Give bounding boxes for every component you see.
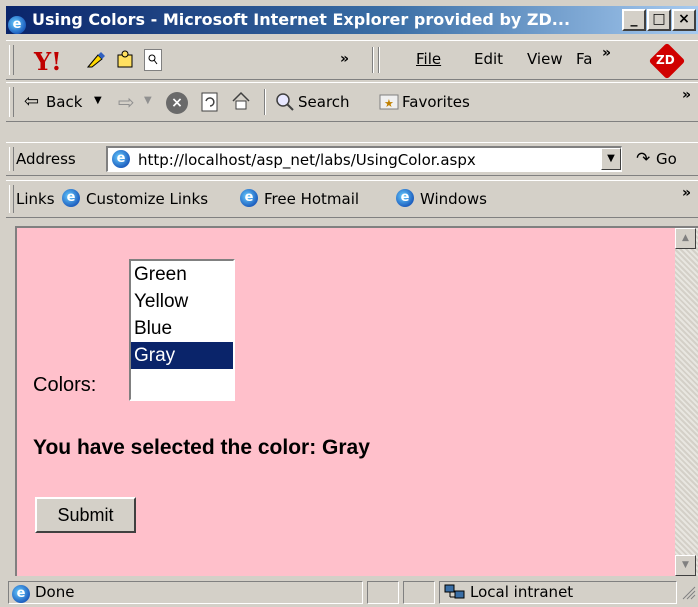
toolbar-grip[interactable] [9, 45, 14, 75]
intranet-icon [444, 583, 466, 601]
color-option-yellow[interactable]: Yellow [131, 288, 233, 315]
address-label: Address [16, 150, 76, 168]
link-free-hotmail[interactable]: Free Hotmail [264, 190, 359, 208]
colors-label: Colors: [33, 374, 97, 396]
back-button[interactable]: Back [46, 93, 82, 111]
browser-window: e Using Colors - Microsoft Internet Expl… [0, 0, 698, 607]
zone-text: Local intranet [470, 583, 574, 601]
back-arrow-icon[interactable]: ⇦ [24, 91, 39, 112]
status-main: e Done [8, 581, 363, 604]
link-customize-links[interactable]: Customize Links [86, 190, 208, 208]
address-url: http://localhost/asp_net/labs/UsingColor… [138, 151, 476, 169]
address-dropdown-button[interactable]: ▼ [601, 148, 621, 170]
search-button[interactable]: Search [298, 93, 350, 111]
address-bar: Address e http://localhost/asp_net/labs/… [6, 142, 698, 176]
back-dropdown-icon[interactable]: ▼ [94, 95, 102, 106]
title-bar[interactable]: e Using Colors - Microsoft Internet Expl… [6, 6, 698, 34]
links-chevron[interactable]: » [682, 185, 691, 201]
toolbar-separator [378, 47, 380, 73]
status-cell [367, 581, 399, 604]
submit-button[interactable]: Submit [35, 497, 136, 533]
colors-listbox[interactable]: Green Yellow Blue Gray [129, 259, 235, 401]
selection-message: You have selected the color: Gray [33, 436, 370, 459]
standard-buttons-toolbar: ⇦ Back ▼ ⇨ ▼ × Search ★ Favorites » [6, 82, 698, 122]
color-option-blue[interactable]: Blue [131, 315, 233, 342]
svg-text:★: ★ [384, 97, 394, 110]
zd-logo-text: ZD [656, 53, 675, 67]
search-icon[interactable] [274, 91, 296, 113]
stop-icon[interactable]: × [166, 92, 188, 114]
go-button[interactable]: Go [656, 150, 677, 168]
status-bar: e Done Local intranet [6, 578, 698, 607]
go-arrow-icon[interactable]: ↷ [636, 149, 650, 169]
minimize-button[interactable]: _ [622, 9, 646, 31]
favorites-icon[interactable]: ★ [378, 92, 400, 112]
links-label: Links [16, 190, 55, 208]
status-text: Done [35, 583, 75, 601]
maximize-button[interactable]: □ [647, 9, 671, 31]
scroll-down-button[interactable]: ▼ [675, 555, 696, 576]
ie-page-icon: e [62, 189, 80, 207]
scroll-up-button[interactable]: ▲ [675, 228, 696, 249]
puzzle-icon[interactable] [116, 50, 136, 70]
page-content: Colors: Green Yellow Blue Gray You have … [15, 226, 675, 576]
status-zone: Local intranet [439, 581, 677, 604]
toolbar-chevron[interactable]: » [682, 87, 691, 103]
menu-edit[interactable]: Edit [474, 50, 503, 68]
menu-favorites[interactable]: Fa [576, 50, 598, 68]
favorites-button[interactable]: Favorites [402, 93, 470, 111]
toolbar-separator [264, 89, 266, 115]
menu-view[interactable]: View [527, 50, 563, 68]
color-option-gray[interactable]: Gray [131, 342, 233, 369]
ie-page-icon: e [240, 189, 258, 207]
yahoo-search-field[interactable] [144, 49, 162, 71]
toolbar-grip [9, 185, 14, 213]
page-icon: e [112, 150, 130, 168]
status-cell [403, 581, 435, 604]
ie-page-icon: e [396, 189, 414, 207]
yahoo-logo-icon[interactable]: Y! [34, 47, 62, 76]
links-bar: Links e Customize Links e Free Hotmail e… [6, 180, 698, 218]
menu-chevron[interactable]: » [602, 45, 611, 61]
address-input[interactable]: e http://localhost/asp_net/labs/UsingCol… [106, 146, 622, 172]
color-option-green[interactable]: Green [131, 261, 233, 288]
highlighter-icon[interactable] [86, 51, 106, 69]
vertical-scrollbar[interactable]: ▲ ▼ [675, 226, 698, 576]
link-windows[interactable]: Windows [420, 190, 487, 208]
toolbar-separator [372, 47, 374, 73]
resize-grip-icon[interactable] [682, 586, 696, 600]
home-icon[interactable] [230, 90, 252, 112]
menu-toolbar: Y! » File Edit View Fa » ZD [6, 40, 698, 80]
refresh-icon[interactable] [200, 91, 220, 113]
ie-app-icon: e [8, 10, 28, 34]
close-button[interactable]: × [672, 9, 696, 31]
menu-file[interactable]: File [416, 50, 441, 68]
toolbar-grip [9, 87, 14, 117]
done-page-icon: e [12, 583, 30, 604]
forward-dropdown-icon[interactable]: ▼ [144, 95, 152, 106]
window-title: Using Colors - Microsoft Internet Explor… [32, 10, 571, 29]
forward-arrow-icon[interactable]: ⇨ [118, 90, 135, 114]
yahoo-toolbar-chevron[interactable]: » [340, 51, 349, 67]
toolbar-grip [9, 147, 14, 171]
